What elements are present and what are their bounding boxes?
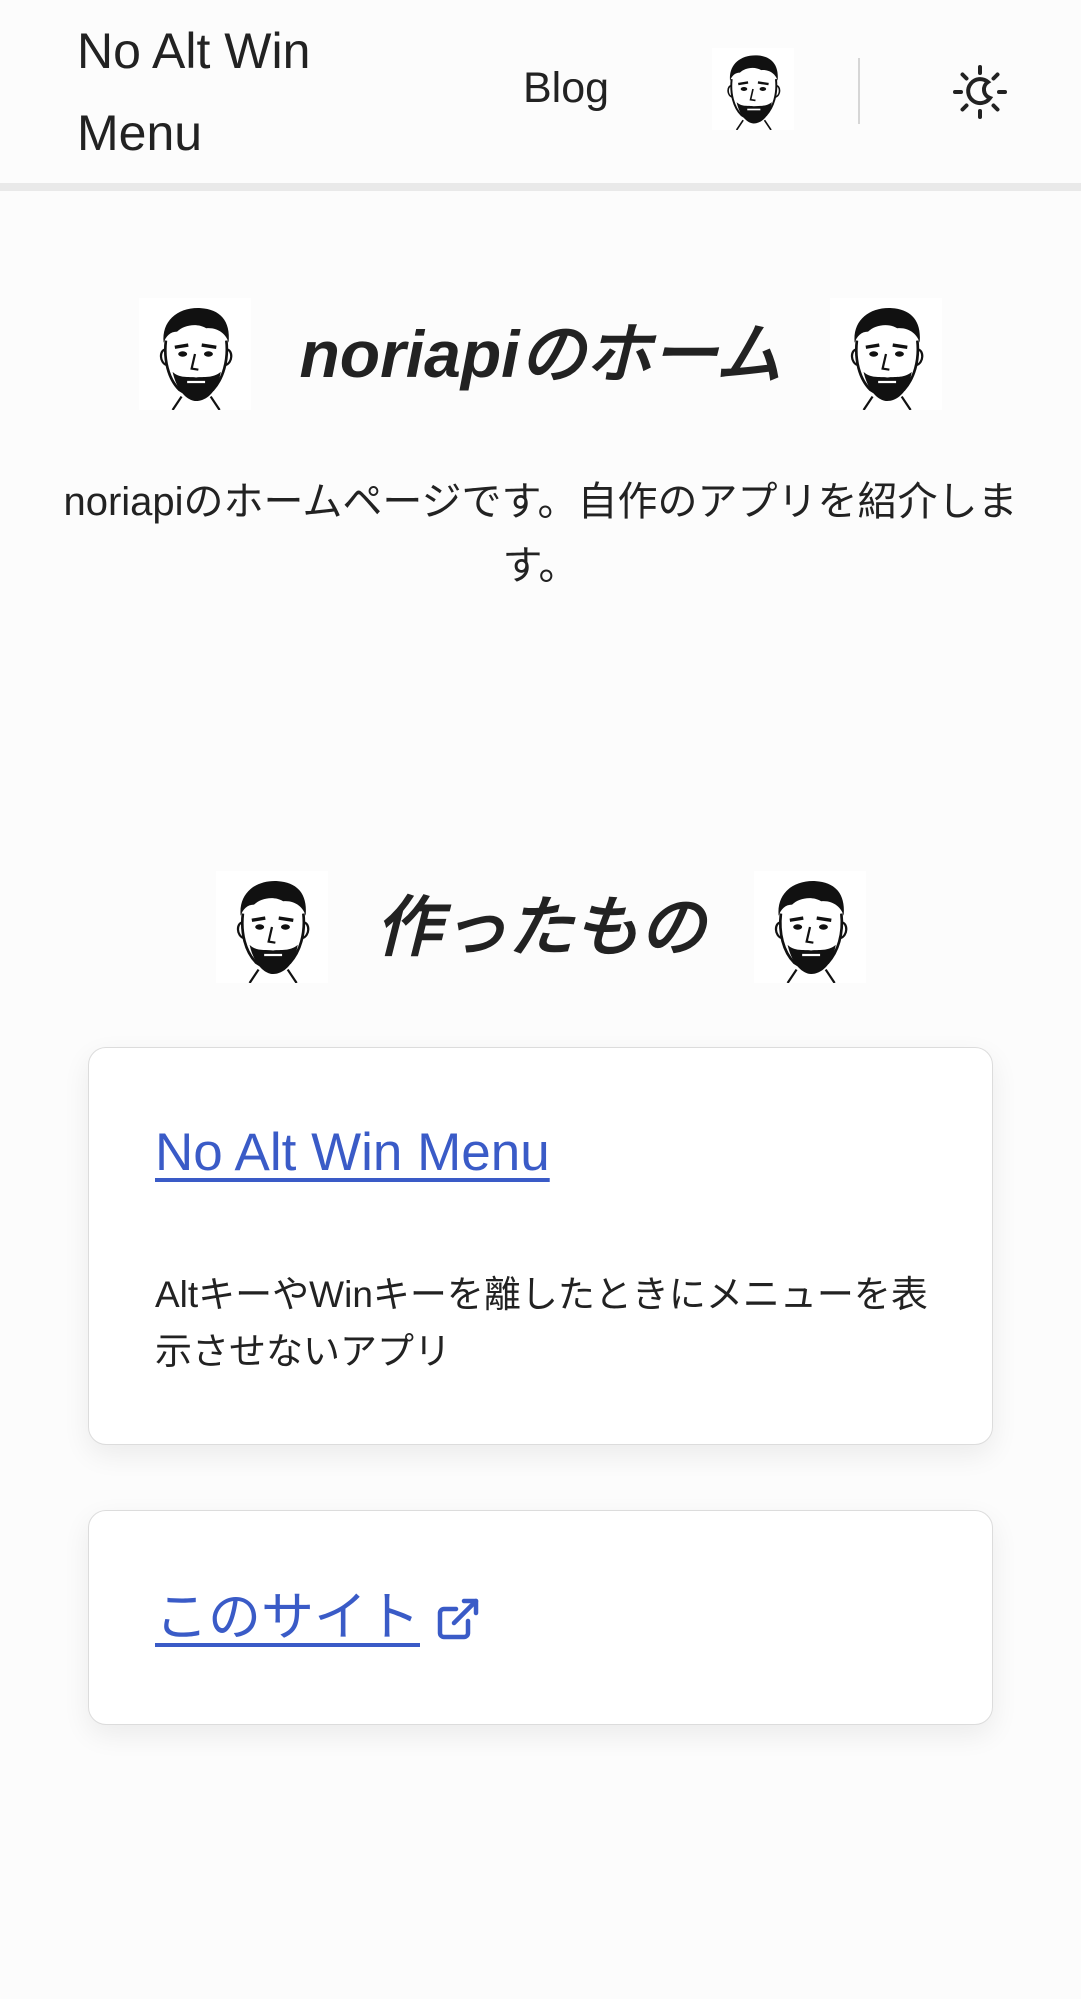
works-heading: 作ったもの xyxy=(0,871,1081,983)
noriapi-face-icon xyxy=(830,298,942,410)
intro-text: noriapiのホームページです。自作のアプリを紹介します。 xyxy=(63,480,1018,588)
work-card: No Alt Win Menu AltキーやWinキーを離したときにメニューを表… xyxy=(88,1047,993,1445)
home-heading: noriapiのホーム xyxy=(0,298,1081,410)
noriapi-face-icon xyxy=(754,871,866,983)
external-link-icon[interactable] xyxy=(434,1591,482,1640)
work-card: このサイト xyxy=(88,1510,993,1725)
work-link-this-site-wrapper[interactable]: このサイト xyxy=(155,1583,482,1653)
nav-divider xyxy=(858,58,860,124)
page-title: noriapiのホーム xyxy=(299,317,782,391)
theme-toggle-sun-icon[interactable] xyxy=(952,64,1008,120)
work-link-no-alt-win-menu[interactable]: No Alt Win Menu xyxy=(155,1118,550,1188)
site-title-link[interactable]: No Alt Win Menu xyxy=(77,10,397,174)
noriapi-face-icon xyxy=(139,298,251,410)
works-title: 作ったもの xyxy=(375,890,706,964)
work-description: AltキーやWinキーを離したときにメニューを表示させないアプリ xyxy=(155,1274,928,1372)
nav-blog-link[interactable]: Blog xyxy=(523,58,609,118)
work-link-this-site[interactable]: このサイト xyxy=(155,1588,420,1647)
site-header: No Alt Win Menu Blog xyxy=(0,0,1081,191)
noriapi-face-icon[interactable] xyxy=(712,48,794,130)
noriapi-face-icon xyxy=(216,871,328,983)
